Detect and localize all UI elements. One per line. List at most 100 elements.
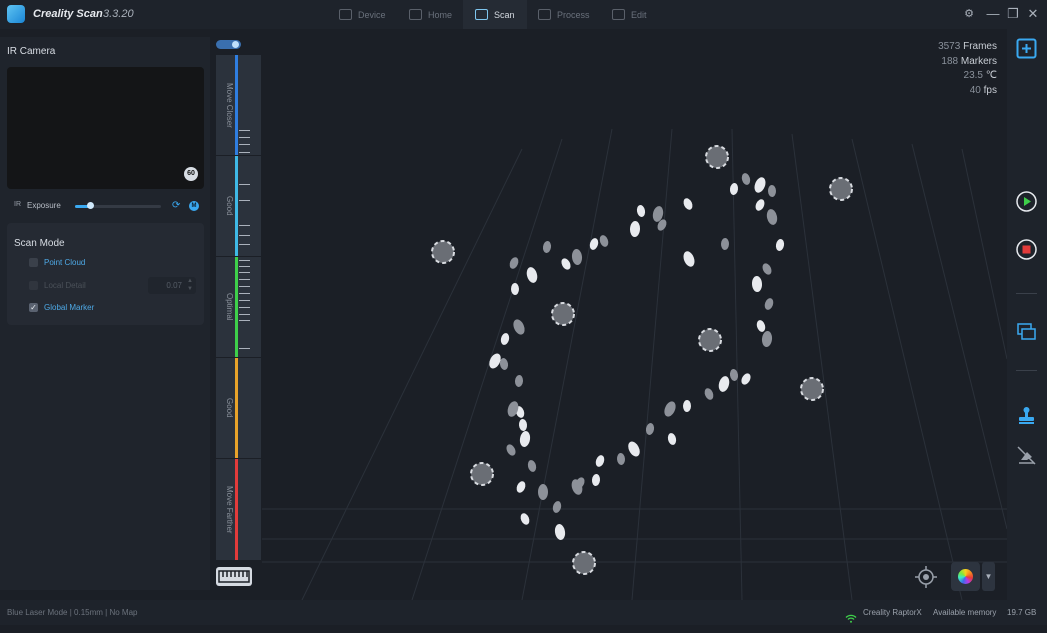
marker-point — [519, 431, 531, 447]
local-detail-checkbox[interactable] — [29, 281, 38, 290]
gauge-tick — [239, 286, 250, 287]
marker-point — [538, 484, 548, 500]
marker-point — [552, 501, 562, 513]
fps-stat: 40 fps — [938, 84, 997, 99]
fps-value: 40 — [969, 84, 981, 96]
close-icon[interactable]: ✕ — [1025, 6, 1041, 22]
markers-stat: 188 Markers — [938, 55, 997, 70]
tab-home-label: Home — [428, 9, 453, 20]
marker-point — [513, 319, 525, 335]
gauge-tick — [239, 272, 250, 273]
marker-cluster — [800, 377, 824, 401]
gauge-tick — [239, 235, 250, 236]
point-cloud-checkbox[interactable] — [29, 258, 38, 267]
resolution: 0.15mm — [74, 608, 103, 617]
right-toolbar — [1007, 29, 1047, 600]
stamp-icon[interactable] — [1016, 405, 1037, 426]
marker-point — [682, 400, 692, 412]
frames-stat: 3573 Frames — [938, 40, 997, 55]
exposure-mode-button[interactable]: M — [189, 201, 199, 211]
stepper-arrows-icon[interactable]: ▲ ▼ — [187, 277, 193, 293]
temperature-value: 23.5 — [963, 70, 983, 82]
marker-point — [509, 257, 519, 269]
gauge-tick — [239, 314, 250, 315]
marker-point — [527, 460, 537, 472]
tab-home[interactable]: Home — [409, 0, 452, 29]
erase-icon[interactable] — [1016, 445, 1037, 466]
tab-scan[interactable]: Scan — [463, 0, 527, 29]
gauge-tick — [239, 307, 250, 308]
temperature-unit: ℃ — [985, 70, 997, 82]
map-status: No Map — [109, 608, 138, 617]
tab-scan-label: Scan — [494, 9, 515, 20]
memory-value: 19.7 GB — [1007, 608, 1037, 617]
stop-icon[interactable] — [1016, 239, 1037, 260]
marker-point — [755, 199, 765, 211]
gauge-tick — [239, 320, 250, 321]
exposure-prefix: IR — [14, 201, 21, 208]
tab-device[interactable]: Device — [339, 0, 386, 29]
app-version: 3.3.20 — [103, 8, 134, 20]
home-icon — [409, 9, 422, 20]
exposure-label: Exposure — [27, 201, 61, 210]
gauge-tick — [239, 152, 250, 153]
marker-point — [718, 376, 730, 392]
marker-point — [561, 258, 571, 270]
status-bar: Blue Laser Mode | 0.15mm | No Map Creali… — [0, 600, 1047, 625]
minimize-icon[interactable]: — — [985, 6, 1001, 22]
tab-process-label: Process — [557, 9, 590, 20]
gauge-bar-move-farther — [235, 459, 238, 560]
settings-icon[interactable]: ⚙ — [961, 6, 977, 22]
scan-stats: 3573 Frames 188 Markers 23.5 ℃ 40 fps — [938, 40, 997, 98]
frames-unit: Frames — [963, 41, 997, 52]
marker-point — [500, 333, 510, 345]
marker-point — [616, 453, 626, 465]
laser-mode: Blue Laser Mode — [7, 608, 68, 617]
marker-cluster — [572, 551, 596, 575]
marker-point — [518, 419, 528, 431]
gauge-bar-good-near — [235, 156, 238, 256]
restore-icon[interactable]: ❐ — [1005, 6, 1021, 22]
marker-point — [636, 205, 646, 217]
gauge-tick — [239, 244, 250, 245]
marker-point — [704, 388, 714, 400]
gauge-tick — [239, 300, 250, 301]
marker-cluster — [551, 302, 575, 326]
color-wheel-icon — [958, 569, 973, 584]
tab-device-label: Device — [358, 9, 386, 20]
marker-point — [766, 209, 778, 225]
tab-process[interactable]: Process — [538, 0, 590, 29]
tab-edit[interactable]: Edit — [612, 0, 647, 29]
scan-viewport[interactable] — [262, 29, 1007, 600]
refresh-icon[interactable]: ⟳ — [172, 200, 180, 211]
process-icon — [538, 9, 551, 20]
marker-point — [542, 241, 552, 253]
marker-point — [754, 177, 766, 193]
gauge-label-good-far: Good — [225, 398, 234, 418]
marker-point — [599, 235, 609, 247]
marker-point — [741, 373, 751, 385]
marker-point — [741, 173, 751, 185]
gauge-label-optimal: Optimal — [225, 293, 234, 321]
locate-icon[interactable] — [915, 566, 937, 588]
ir-camera-badge[interactable]: 60 — [184, 167, 198, 181]
gauge-label-move-farther: Move Farther — [225, 485, 234, 534]
toolbar-divider — [1016, 293, 1037, 294]
global-marker-checkbox[interactable]: ✓ — [29, 303, 38, 312]
gauge-tick — [239, 225, 250, 226]
temperature-stat: 23.5 ℃ — [938, 69, 997, 84]
marker-point — [775, 239, 785, 251]
point-cloud-label: Point Cloud — [44, 258, 86, 267]
play-icon[interactable] — [1016, 191, 1037, 212]
ruler-icon[interactable] — [216, 567, 252, 586]
marker-point — [591, 474, 601, 486]
scan-mode-title: Scan Mode — [14, 238, 65, 249]
gauge-label-good-near: Good — [225, 196, 234, 216]
color-mode-dropdown[interactable]: ▼ — [982, 562, 995, 591]
marker-cluster — [470, 462, 494, 486]
add-icon[interactable] — [1016, 38, 1037, 59]
gauge-tick — [239, 348, 250, 349]
global-marker-label: Global Marker — [44, 303, 95, 312]
gauge-label-move-closer: Move Closer — [225, 82, 234, 128]
view-layers-icon[interactable] — [1016, 321, 1037, 342]
